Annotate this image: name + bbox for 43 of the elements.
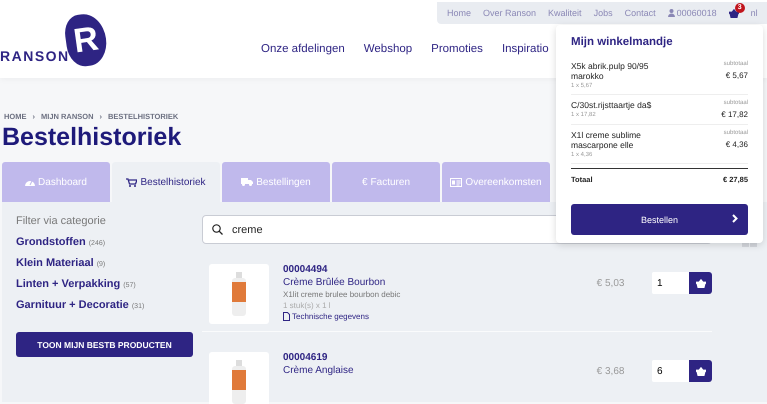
truck-icon xyxy=(241,178,254,186)
product-code: 00004494 xyxy=(283,264,328,275)
bottle-drawing xyxy=(231,272,247,316)
nav-link[interactable]: Webshop xyxy=(364,43,412,55)
product-name: Crème Brûlée Bourbon xyxy=(283,277,386,288)
product-code: 00004619 xyxy=(283,352,328,363)
add-to-basket-button[interactable] xyxy=(689,272,712,294)
page-title: Bestelhistoriek xyxy=(2,123,182,152)
nav-link[interactable]: Onze afdelingen xyxy=(261,43,345,55)
tab[interactable]: Bestelhistoriek xyxy=(112,162,220,202)
quantity-field[interactable]: 1 xyxy=(652,272,689,294)
basket-icon[interactable] xyxy=(728,8,739,18)
product-unit: 1 stuk(s) x 1 l xyxy=(283,301,332,310)
nav-link[interactable]: Inspiratio xyxy=(502,43,549,55)
add-to-basket-button[interactable] xyxy=(689,360,712,382)
subtotal-value: € 17,82 xyxy=(721,110,748,119)
cart-item-name: X5k abrik.pulp 90/95 marokko xyxy=(571,61,650,81)
product-price: € 5,03 xyxy=(596,278,626,291)
euro-icon: € xyxy=(362,176,368,188)
product-description: X1lit creme brulee bourbon debic xyxy=(283,290,402,299)
subtotal-value: € 4,36 xyxy=(726,140,748,149)
order-button[interactable]: Bestellen xyxy=(571,204,748,235)
gauge-icon xyxy=(25,178,36,186)
show-products-button[interactable]: TOON MIJN BESTB PRODUCTEN xyxy=(16,332,193,357)
cart-icon xyxy=(126,178,138,186)
search-icon xyxy=(212,224,223,235)
basket-icon xyxy=(696,366,706,376)
chevron-right-icon xyxy=(732,214,738,223)
filter-heading: Filter via categorie xyxy=(16,215,107,227)
bottle-drawing xyxy=(231,360,247,404)
technical-data-link[interactable]: Technische gegevens xyxy=(283,312,597,321)
id-card-icon xyxy=(450,178,462,186)
product-price: € 3,68 xyxy=(596,366,626,379)
product-name: Crème Anglaise xyxy=(283,365,355,376)
cart-item-name: X1l creme sublime mascarpone elle xyxy=(571,130,642,150)
nav-link[interactable]: Promoties xyxy=(431,43,483,55)
user-icon xyxy=(668,9,675,17)
quantity-field[interactable]: 6 xyxy=(652,360,689,382)
cart-item-name: C/30st.rijsttaartje da$ xyxy=(571,100,652,110)
document-icon xyxy=(283,312,290,321)
subtotal-value: € 5,67 xyxy=(726,71,748,80)
cart-title: Mijn winkelmandje xyxy=(571,36,674,48)
basket-icon xyxy=(696,278,706,288)
